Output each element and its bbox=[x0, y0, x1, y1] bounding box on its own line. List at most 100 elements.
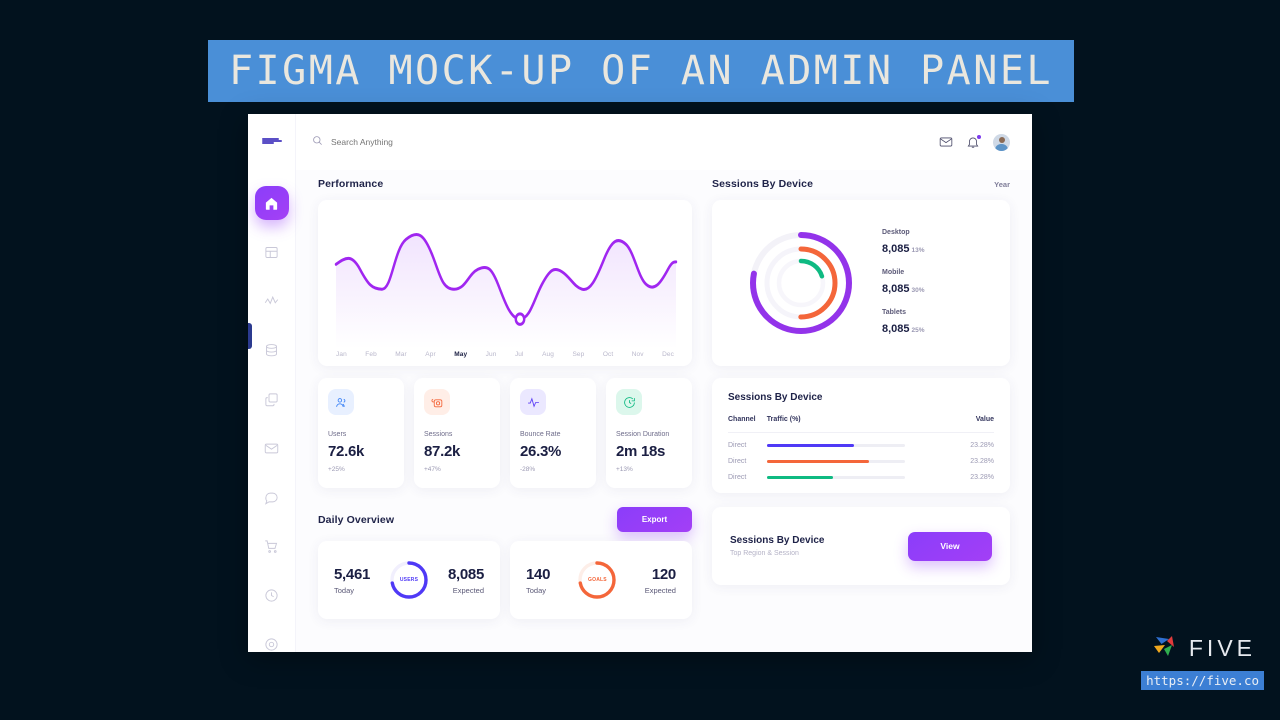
sessions-period[interactable]: Year bbox=[994, 180, 1010, 189]
stat-delta: -28% bbox=[520, 466, 536, 473]
promo-title: Sessions By Device bbox=[730, 535, 825, 546]
month-label-active: May bbox=[454, 351, 468, 358]
user-avatar[interactable] bbox=[993, 133, 1010, 151]
performance-chart-card: Jan Feb Mar Apr May Jun Jul Aug Sep Oct … bbox=[318, 200, 692, 366]
expected-value: 120 bbox=[651, 565, 676, 583]
stat-label: Session Duration bbox=[616, 431, 670, 438]
sidebar-item-mail[interactable] bbox=[255, 431, 289, 465]
table-row[interactable]: Direct 23.28% bbox=[728, 433, 994, 450]
month-label: Aug bbox=[542, 351, 554, 358]
top-bar bbox=[296, 114, 1032, 170]
month-label: Apr bbox=[425, 351, 436, 358]
traffic-bar-track bbox=[766, 459, 905, 464]
daily-overview-cards: 5,461 Today USERS 8,085 Expected 140 Tod… bbox=[318, 541, 692, 619]
month-label: Jul bbox=[514, 351, 524, 358]
stat-delta: +13% bbox=[616, 466, 633, 473]
stat-label: Users bbox=[328, 431, 347, 438]
daily-card-users: 5,461 Today USERS 8,085 Expected bbox=[318, 541, 500, 619]
promo-subtitle: Top Region & Session bbox=[730, 550, 799, 557]
search-input[interactable] bbox=[331, 137, 501, 147]
expected-block: 8,085 Expected bbox=[448, 566, 484, 595]
table-header-row: Channel Traffic (%) Value bbox=[728, 416, 994, 433]
row-charts: Jan Feb Mar Apr May Jun Jul Aug Sep Oct … bbox=[318, 200, 1010, 366]
promo-card: Sessions By Device Top Region & Session … bbox=[712, 507, 1010, 585]
cell-channel: Direct bbox=[728, 474, 747, 481]
cell-traffic bbox=[766, 433, 961, 450]
traffic-bar-fill bbox=[766, 459, 869, 464]
users-icon bbox=[328, 389, 354, 415]
today-block: 140 Today bbox=[526, 566, 550, 595]
stat-delta: +25% bbox=[328, 466, 345, 473]
brand-url[interactable]: https://five.co bbox=[1141, 671, 1264, 690]
title-banner: FIGMA MOCK-UP OF AN ADMIN PANEL bbox=[208, 40, 1074, 102]
brand-name: FIVE bbox=[1188, 634, 1256, 661]
search-bar[interactable] bbox=[312, 133, 501, 151]
main-area: Performance Sessions By Device Year bbox=[296, 114, 1032, 652]
sessions-header: Sessions By Device Year bbox=[712, 178, 1010, 190]
export-button[interactable]: Export bbox=[617, 507, 692, 532]
goals-gauge: GOALS bbox=[575, 558, 619, 602]
traffic-bar-fill bbox=[766, 443, 854, 448]
sidebar bbox=[248, 114, 296, 652]
notification-dot bbox=[976, 134, 982, 140]
month-label: Dec bbox=[662, 351, 674, 358]
sidebar-item-history[interactable] bbox=[255, 578, 289, 612]
row-stats: Users 72.6k +25% Sessions 87.2k +47% Bou… bbox=[318, 366, 1010, 493]
sidebar-item-database[interactable] bbox=[255, 333, 289, 367]
daily-overview-title: Daily Overview bbox=[318, 513, 395, 526]
table-row[interactable]: Direct 23.28% bbox=[728, 449, 994, 465]
stat-card-session-duration: Session Duration 2m 18s +13% bbox=[606, 378, 692, 488]
cell-channel: Direct bbox=[728, 442, 747, 449]
cell-traffic bbox=[766, 449, 961, 465]
legend-percent: 25% bbox=[911, 327, 925, 334]
admin-panel-window: Performance Sessions By Device Year bbox=[248, 114, 1032, 652]
legend-label: Mobile bbox=[882, 269, 905, 276]
view-button[interactable]: View bbox=[908, 531, 992, 561]
sidebar-item-chat[interactable] bbox=[255, 480, 289, 514]
expected-label: Expected bbox=[452, 585, 484, 595]
sidebar-item-home[interactable] bbox=[254, 186, 289, 220]
hamburger-icon[interactable] bbox=[261, 138, 282, 144]
banner-title: FIGMA MOCK-UP OF AN ADMIN PANEL bbox=[228, 48, 1054, 94]
table-row[interactable]: Direct 23.28% bbox=[728, 465, 994, 481]
daily-overview-header: Daily Overview Export bbox=[318, 507, 692, 532]
stat-value: 72.6k bbox=[328, 443, 365, 460]
performance-line-chart bbox=[334, 233, 678, 349]
today-value: 140 bbox=[526, 565, 551, 583]
stat-value: 87.2k bbox=[424, 443, 461, 460]
row-daily: Daily Overview Export 5,461 Today USERS … bbox=[318, 493, 1010, 619]
donut-chart bbox=[726, 227, 876, 339]
stat-label: Sessions bbox=[424, 431, 453, 438]
legend-percent: 30% bbox=[911, 287, 925, 294]
legend-value: 8,085 bbox=[882, 283, 910, 295]
bell-icon[interactable] bbox=[966, 134, 982, 149]
traffic-bar-fill bbox=[766, 475, 834, 480]
top-bar-actions bbox=[939, 133, 1010, 151]
cell-value: 23.28% bbox=[970, 458, 994, 465]
month-axis: Jan Feb Mar Apr May Jun Jul Aug Sep Oct … bbox=[330, 351, 680, 358]
column-header-traffic: Traffic (%) bbox=[766, 416, 961, 433]
month-label: Jan bbox=[336, 351, 347, 358]
sidebar-item-files[interactable] bbox=[255, 382, 289, 416]
month-label: Feb bbox=[365, 351, 377, 358]
brand-logo: FIVE bbox=[1152, 634, 1256, 662]
sidebar-item-dashboard[interactable] bbox=[255, 235, 289, 269]
channels-table-title: Sessions By Device bbox=[728, 392, 823, 403]
stat-card-bounce-rate: Bounce Rate 26.3% -28% bbox=[510, 378, 596, 488]
sessions-title: Sessions By Device bbox=[712, 178, 814, 190]
daily-card-goals: 140 Today GOALS 120 Expected bbox=[510, 541, 692, 619]
sidebar-item-cart[interactable] bbox=[255, 529, 289, 563]
month-label: Sep bbox=[572, 351, 585, 358]
sidebar-item-settings[interactable] bbox=[255, 627, 289, 652]
channels-table: Channel Traffic (%) Value Direct 23.28% … bbox=[728, 416, 994, 481]
sidebar-item-analytics[interactable] bbox=[255, 284, 289, 318]
stat-value: 2m 18s bbox=[616, 443, 666, 460]
traffic-bar-track bbox=[766, 443, 905, 448]
users-gauge: USERS bbox=[387, 558, 431, 602]
traffic-bar-track bbox=[766, 475, 905, 480]
month-label: Nov bbox=[631, 351, 644, 358]
envelope-icon[interactable] bbox=[939, 135, 953, 149]
legend-label: Desktop bbox=[882, 229, 910, 236]
promo-text: Sessions By Device Top Region & Session bbox=[730, 535, 825, 557]
chart-marker[interactable] bbox=[514, 312, 526, 326]
